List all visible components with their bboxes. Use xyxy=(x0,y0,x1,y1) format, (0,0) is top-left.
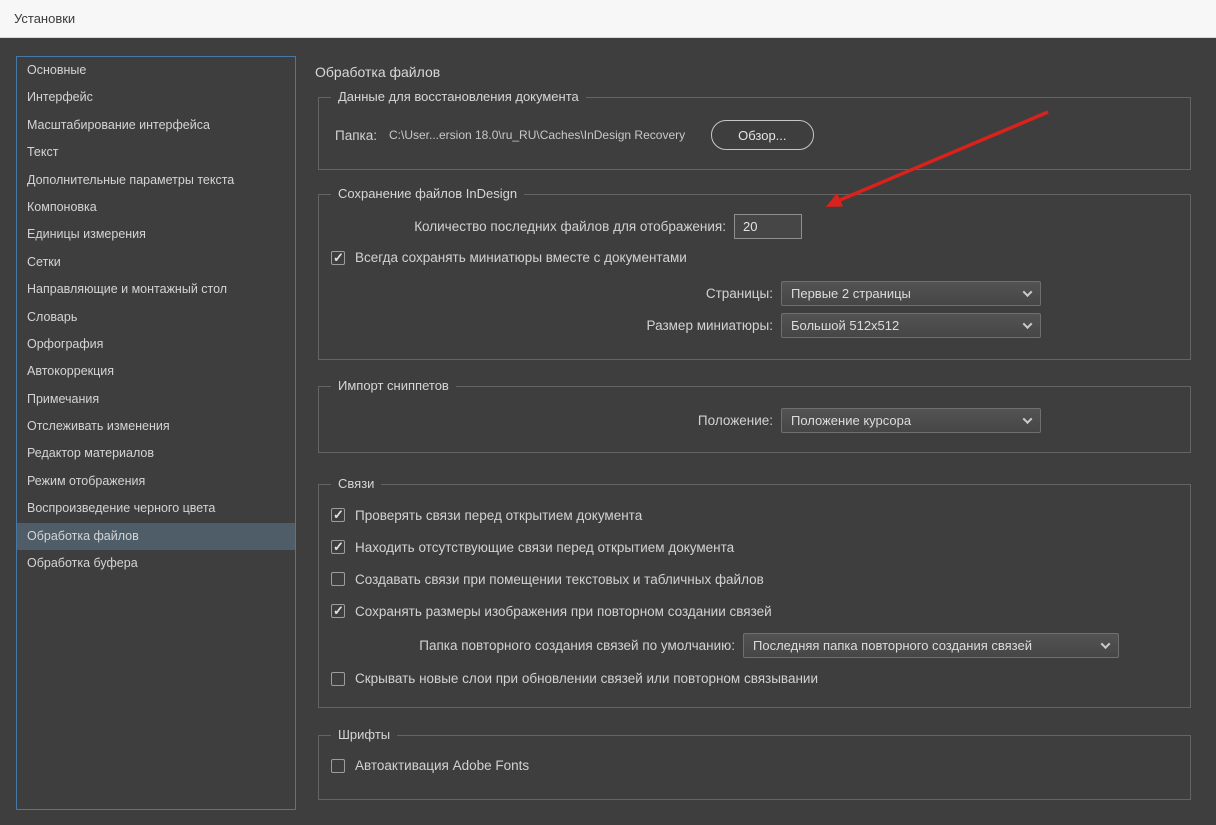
group-fonts: Шрифты Автоактивация Adobe Fonts xyxy=(318,727,1191,800)
links-checkbox-row: Создавать связи при помещении текстовых … xyxy=(331,563,772,595)
thumb-size-dropdown[interactable]: Большой 512x512 xyxy=(781,313,1041,338)
recent-files-input[interactable] xyxy=(734,214,802,239)
sidebar-item[interactable]: Обработка буфера xyxy=(17,550,295,577)
browse-button[interactable]: Обзор... xyxy=(711,120,814,150)
position-dropdown-value: Положение курсора xyxy=(791,413,912,428)
sidebar-item[interactable]: Направляющие и монтажный стол xyxy=(17,276,295,303)
links-checkbox-row: Находить отсутствующие связи перед откры… xyxy=(331,531,772,563)
sidebar-item[interactable]: Отслеживать изменения xyxy=(17,413,295,440)
sidebar-item[interactable]: Масштабирование интерфейса xyxy=(17,112,295,139)
links-checkbox[interactable] xyxy=(331,603,345,619)
folder-label: Папка: xyxy=(335,127,377,143)
preferences-sidebar: Основные Интерфейс Масштабирование интерфе… xyxy=(16,56,296,810)
sidebar-item[interactable]: Автокоррекция xyxy=(17,358,295,385)
chevron-down-icon xyxy=(1100,639,1111,650)
recent-files-label: Количество последних файлов для отображе… xyxy=(414,219,726,234)
group-links-legend: Связи xyxy=(331,476,382,491)
sidebar-item[interactable]: Редактор материалов xyxy=(17,440,295,467)
position-dropdown[interactable]: Положение курсора xyxy=(781,408,1041,433)
sidebar-item[interactable]: Режим отображения xyxy=(17,468,295,495)
pages-dropdown[interactable]: Первые 2 страницы xyxy=(781,281,1041,306)
relink-folder-dropdown-value: Последняя папка повторного создания связ… xyxy=(753,638,1032,653)
links-checkbox-label: Создавать связи при помещении текстовых … xyxy=(355,571,764,587)
sidebar-item[interactable]: Интерфейс xyxy=(17,84,295,111)
links-checkbox-row: Сохранять размеры изображения при повтор… xyxy=(331,595,772,627)
sidebar-item[interactable]: Орфография xyxy=(17,331,295,358)
thumbnails-checkbox-label: Всегда сохранять миниатюры вместе с доку… xyxy=(355,250,687,265)
position-label: Положение: xyxy=(697,413,773,428)
thumbnails-checkbox[interactable] xyxy=(331,250,345,266)
relink-folder-label: Папка повторного создания связей по умол… xyxy=(419,638,735,653)
group-recovery-data: Данные для восстановления документа Папк… xyxy=(318,89,1191,170)
recovery-folder-path: C:\User...ersion 18.0\ru_RU\Caches\InDes… xyxy=(388,128,686,142)
sidebar-item[interactable]: Единицы измерения xyxy=(17,221,295,248)
sidebar-item[interactable]: Текст xyxy=(17,139,295,166)
sidebar-item[interactable]: Воспроизведение черного цвета xyxy=(17,495,295,522)
sidebar-item[interactable]: Компоновка xyxy=(17,194,295,221)
relink-folder-dropdown[interactable]: Последняя папка повторного создания связ… xyxy=(743,633,1119,658)
group-saving-files: Сохранение файлов InDesign Количество по… xyxy=(318,186,1191,360)
group-fonts-legend: Шрифты xyxy=(331,727,398,742)
links-checkbox-label: Находить отсутствующие связи перед откры… xyxy=(355,539,735,555)
window-titlebar: Установки xyxy=(0,0,1216,38)
thumb-size-label: Размер миниатюры: xyxy=(646,318,773,333)
group-links: Связи Проверять связи перед открытием до… xyxy=(318,476,1191,708)
chevron-down-icon xyxy=(1022,414,1033,425)
group-snippet-import: Импорт сниппетов Положение: Положение ку… xyxy=(318,378,1191,453)
window-title: Установки xyxy=(14,11,76,26)
links-checkbox-list: Проверять связи перед открытием документ… xyxy=(331,499,772,627)
sidebar-list: Основные Интерфейс Масштабирование интерфе… xyxy=(17,57,295,577)
sidebar-item[interactable]: Основные xyxy=(17,57,295,84)
links-checkbox-row: Проверять связи перед открытием документ… xyxy=(331,499,772,531)
page-title: Обработка файлов xyxy=(315,64,441,80)
hide-layers-checkbox[interactable] xyxy=(331,671,345,686)
sidebar-item[interactable]: Словарь xyxy=(17,304,295,331)
links-checkbox-label: Проверять связи перед открытием документ… xyxy=(355,507,643,523)
group-recovery-legend: Данные для восстановления документа xyxy=(331,89,586,104)
thumb-size-dropdown-value: Большой 512x512 xyxy=(791,318,900,333)
hide-layers-checkbox-label: Скрывать новые слои при обновлении связе… xyxy=(355,671,818,686)
pages-dropdown-value: Первые 2 страницы xyxy=(791,286,911,301)
links-checkbox[interactable] xyxy=(331,572,345,586)
pages-label: Страницы: xyxy=(705,286,773,301)
links-checkbox[interactable] xyxy=(331,539,345,555)
chevron-down-icon xyxy=(1022,287,1033,298)
links-checkbox[interactable] xyxy=(331,507,345,523)
group-saving-legend: Сохранение файлов InDesign xyxy=(331,186,525,201)
adobe-fonts-checkbox-label: Автоактивация Adobe Fonts xyxy=(355,758,530,773)
chevron-down-icon xyxy=(1022,319,1033,330)
sidebar-item[interactable]: Примечания xyxy=(17,386,295,413)
sidebar-item[interactable]: Обработка файлов xyxy=(17,522,295,551)
sidebar-item[interactable]: Дополнительные параметры текста xyxy=(17,167,295,194)
group-snippet-legend: Импорт сниппетов xyxy=(331,378,456,393)
adobe-fonts-checkbox[interactable] xyxy=(331,758,345,773)
links-checkbox-label: Сохранять размеры изображения при повтор… xyxy=(355,603,772,619)
sidebar-item[interactable]: Сетки xyxy=(17,249,295,276)
